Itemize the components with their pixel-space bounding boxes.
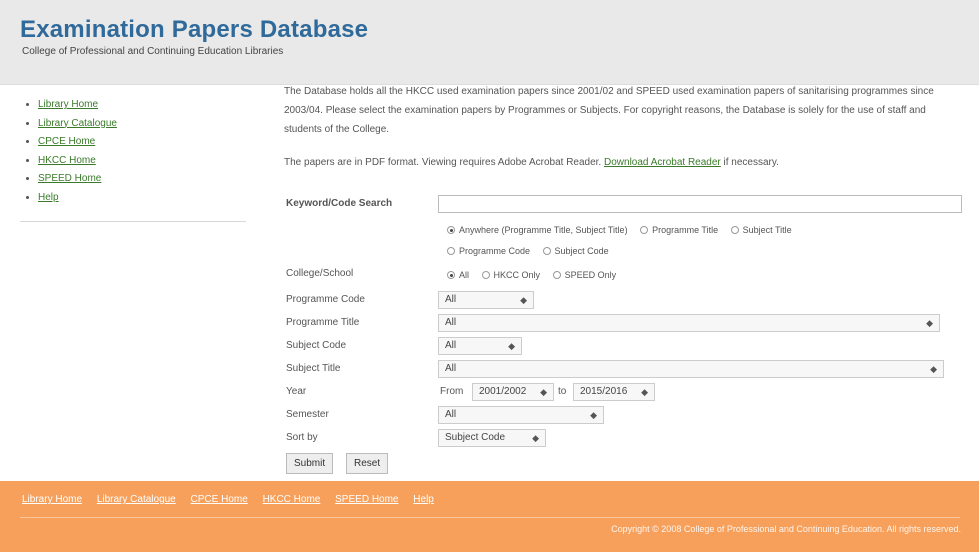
- sidebar: Library Home Library Catalogue CPCE Home…: [20, 96, 246, 230]
- search-option-programme-title[interactable]: Programme Title: [640, 225, 718, 235]
- page-title: Examination Papers Database: [20, 16, 369, 43]
- dropdown-arrow-icon: ◆: [926, 318, 933, 328]
- subject-code-label: Subject Code: [286, 340, 347, 351]
- radio-button-icon: [447, 247, 455, 255]
- pdf-note-text: The papers are in PDF format. Viewing re…: [284, 157, 602, 168]
- footer-link-library-home[interactable]: Library Home: [22, 494, 82, 505]
- footer-links: Library Home Library Catalogue CPCE Home…: [22, 494, 446, 505]
- keyword-search-label: Keyword/Code Search: [286, 198, 393, 209]
- programme-code-label: Programme Code: [286, 294, 365, 305]
- header: Examination Papers Database College of P…: [0, 0, 979, 85]
- keyword-search-input[interactable]: [438, 195, 962, 213]
- intro-paragraph: The Database holds all the HKCC used exa…: [284, 86, 934, 135]
- dropdown-arrow-icon: ◆: [508, 341, 515, 351]
- sidebar-link-speed-home[interactable]: SPEED Home: [38, 173, 101, 184]
- school-option-speed[interactable]: SPEED Only: [552, 270, 616, 280]
- radio-button-icon: [447, 226, 455, 234]
- sidebar-item-library-catalogue: Library Catalogue: [38, 115, 246, 134]
- subject-title-label: Subject Title: [286, 363, 341, 374]
- dropdown-arrow-icon: ◆: [540, 387, 547, 397]
- sort-by-label: Sort by: [286, 432, 318, 443]
- sidebar-nav: Library Home Library Catalogue CPCE Home…: [20, 96, 246, 207]
- radio-button-icon: [542, 247, 551, 255]
- radio-button-icon: [447, 271, 455, 279]
- dropdown-arrow-icon: ◆: [532, 433, 539, 443]
- radio-button-icon: [481, 271, 490, 279]
- programme-title-label: Programme Title: [286, 317, 360, 328]
- pdf-note: The papers are in PDF format. Viewing re…: [284, 153, 964, 172]
- year-from-text: From: [440, 386, 464, 397]
- dropdown-arrow-icon: ◆: [641, 387, 648, 397]
- sidebar-link-help[interactable]: Help: [38, 192, 59, 203]
- radio-button-icon: [640, 226, 649, 234]
- sidebar-link-cpce-home[interactable]: CPCE Home: [38, 136, 95, 147]
- copyright-text: Copyright © 2008 College of Professional…: [611, 524, 961, 534]
- year-from-select[interactable]: 2001/2002 ◆: [472, 383, 554, 401]
- subject-code-select[interactable]: All ◆: [438, 337, 522, 355]
- footer-link-cpce-home[interactable]: CPCE Home: [191, 494, 248, 505]
- subject-title-select[interactable]: All ◆: [438, 360, 944, 378]
- sidebar-item-help: Help: [38, 189, 246, 208]
- search-option-anywhere[interactable]: Anywhere (Programme Title, Subject Title…: [447, 225, 628, 235]
- programme-title-select[interactable]: All ◆: [438, 314, 940, 332]
- search-scope-options-row2: Programme Code Subject Code: [447, 246, 619, 256]
- search-scope-options: Anywhere (Programme Title, Subject Title…: [447, 225, 802, 235]
- sidebar-link-library-catalogue[interactable]: Library Catalogue: [38, 118, 117, 129]
- search-option-subject-title[interactable]: Subject Title: [730, 225, 792, 235]
- semester-select[interactable]: All ◆: [438, 406, 604, 424]
- footer-divider: [20, 517, 960, 518]
- footer-link-library-catalogue[interactable]: Library Catalogue: [97, 494, 176, 505]
- sidebar-item-cpce-home: CPCE Home: [38, 133, 246, 152]
- search-option-programme-code[interactable]: Programme Code: [447, 246, 530, 256]
- dropdown-arrow-icon: ◆: [590, 410, 597, 420]
- year-label: Year: [286, 386, 307, 397]
- search-option-subject-code[interactable]: Subject Code: [542, 246, 609, 256]
- footer: Library Home Library Catalogue CPCE Home…: [0, 481, 979, 552]
- dropdown-arrow-icon: ◆: [520, 295, 527, 305]
- sidebar-link-library-home[interactable]: Library Home: [38, 99, 98, 110]
- radio-button-icon: [552, 271, 561, 279]
- page-subtitle: College of Professional and Continuing E…: [22, 46, 284, 57]
- footer-link-help[interactable]: Help: [413, 494, 434, 505]
- school-option-hkcc[interactable]: HKCC Only: [481, 270, 540, 280]
- year-to-text: to: [558, 386, 567, 397]
- sidebar-item-speed-home: SPEED Home: [38, 170, 246, 189]
- year-to-select[interactable]: 2015/2016 ◆: [573, 383, 655, 401]
- sidebar-link-hkcc-home[interactable]: HKCC Home: [38, 155, 96, 166]
- footer-link-speed-home[interactable]: SPEED Home: [335, 494, 398, 505]
- sidebar-item-hkcc-home: HKCC Home: [38, 152, 246, 171]
- sidebar-divider: [20, 221, 246, 222]
- download-acrobat-link[interactable]: Download Acrobat Reader: [604, 157, 721, 168]
- footer-link-hkcc-home[interactable]: HKCC Home: [263, 494, 321, 505]
- radio-button-icon: [730, 226, 739, 234]
- dropdown-arrow-icon: ◆: [930, 364, 937, 374]
- reset-button[interactable]: Reset: [346, 453, 389, 474]
- sort-by-select[interactable]: Subject Code ◆: [438, 429, 546, 447]
- semester-label: Semester: [286, 409, 329, 420]
- college-school-label: College/School: [286, 268, 354, 279]
- submit-button[interactable]: Submit: [286, 453, 334, 474]
- school-options: All HKCC Only SPEED Only: [447, 270, 626, 280]
- school-option-all[interactable]: All: [447, 270, 469, 280]
- sidebar-item-library-home: Library Home: [38, 96, 246, 115]
- programme-code-select[interactable]: All ◆: [438, 291, 534, 309]
- pdf-note-suffix: if necessary.: [723, 157, 779, 168]
